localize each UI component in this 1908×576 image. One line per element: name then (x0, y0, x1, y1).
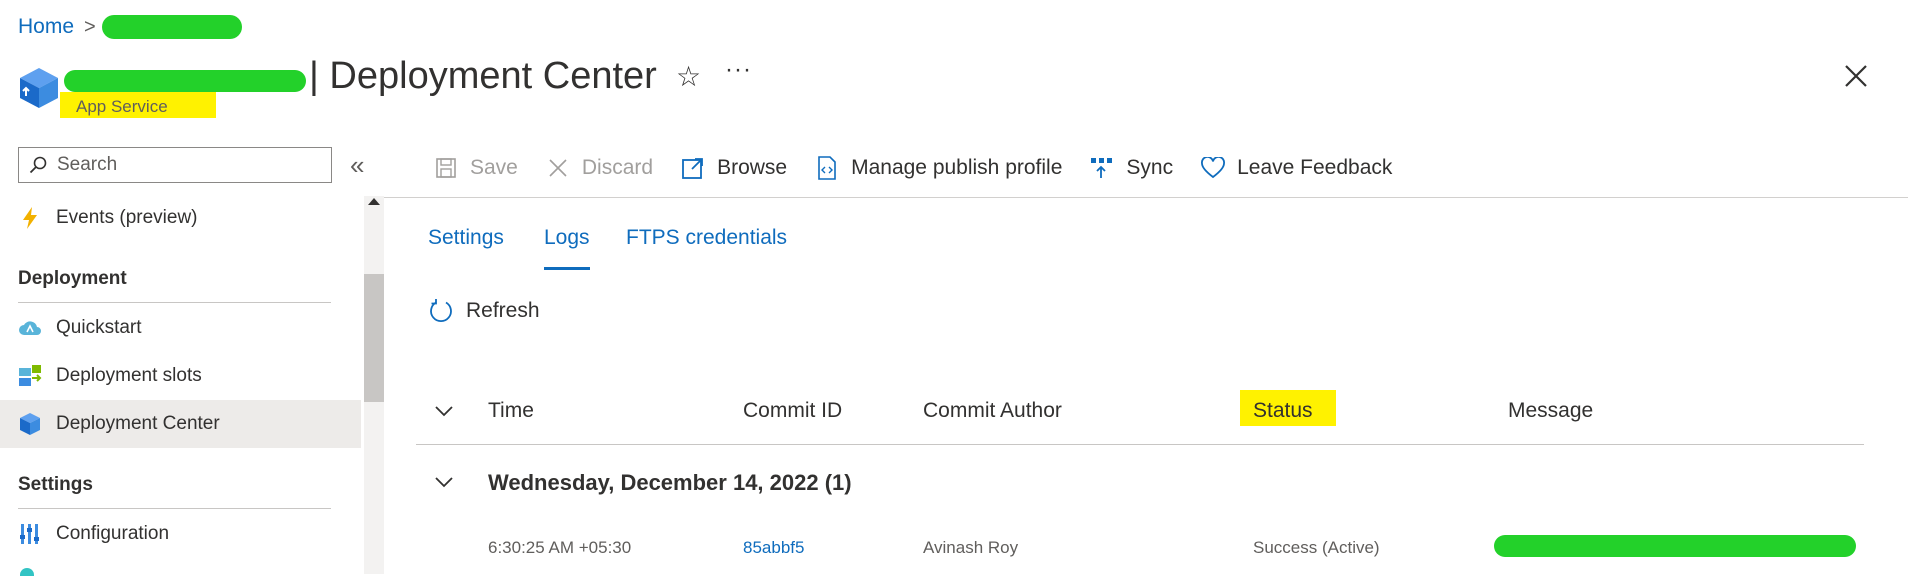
refresh-icon (430, 299, 452, 323)
refresh-label: Refresh (466, 299, 540, 322)
column-header-commit-id[interactable]: Commit ID (743, 399, 842, 423)
tab-ftps-credentials[interactable]: FTPS credentials (626, 226, 787, 250)
row-time: 6:30:25 AM +05:30 (488, 538, 632, 557)
column-header-commit-author[interactable]: Commit Author (923, 399, 1062, 423)
sidebar-search-box[interactable] (18, 147, 332, 183)
discard-button[interactable]: Discard (546, 156, 653, 180)
sidebar-item-label: Deployment Center (56, 413, 220, 434)
heart-icon (1201, 156, 1226, 180)
sync-button[interactable]: Sync (1090, 156, 1173, 180)
page-title: | Deployment Center (309, 55, 657, 97)
sidebar-divider (18, 508, 331, 509)
breadcrumb-separator-icon: > (84, 15, 96, 38)
sidebar-search-input[interactable] (55, 153, 319, 177)
leave-feedback-button[interactable]: Leave Feedback (1201, 156, 1392, 180)
sidebar-item-events-preview[interactable]: Events (preview) (0, 194, 361, 242)
discard-x-icon (546, 156, 570, 180)
sidebar-item-label: Configuration (56, 523, 170, 544)
sidebar-item-configuration[interactable]: Configuration (0, 510, 361, 558)
save-button[interactable]: Save (434, 156, 518, 180)
sidebar-item-label: Quickstart (56, 317, 142, 338)
save-icon (434, 156, 458, 180)
lightning-icon (18, 206, 42, 230)
sidebar-item-quickstart[interactable]: Quickstart (0, 304, 361, 352)
sidebar-scroll-thumb[interactable] (364, 274, 384, 402)
tab-settings[interactable]: Settings (428, 226, 504, 250)
sidebar-section-settings: Settings (18, 474, 93, 495)
manage-publish-profile-button[interactable]: Manage publish profile (815, 156, 1062, 180)
column-header-time[interactable]: Time (488, 399, 534, 423)
search-icon (29, 156, 47, 174)
cube-icon (18, 412, 42, 436)
discard-label: Discard (581, 156, 654, 179)
scroll-up-arrow-icon[interactable] (368, 198, 380, 205)
sidebar-item-deployment-center[interactable]: Deployment Center (0, 400, 361, 448)
browse-label: Browse (717, 156, 788, 179)
sidebar-divider (18, 302, 331, 303)
sidebar-item-deployment-slots[interactable]: Deployment slots (0, 352, 361, 400)
publish-profile-file-icon (815, 156, 839, 180)
sync-label: Sync (1126, 156, 1174, 179)
row-commit-author: Avinash Roy (923, 538, 1019, 557)
cloud-icon (18, 316, 42, 340)
sidebar-next-item-icon (20, 568, 34, 576)
tab-logs[interactable]: Logs (544, 226, 590, 250)
browse-external-icon (681, 156, 705, 180)
close-icon[interactable] (1842, 62, 1870, 90)
browse-button[interactable]: Browse (681, 156, 787, 180)
resource-type-subtitle: App Service (60, 92, 216, 118)
command-toolbar: Save Discard Browse Manage publish profi… (434, 150, 1420, 186)
manage-publish-profile-label: Manage publish profile (851, 156, 1063, 179)
column-header-status[interactable]: Status (1253, 399, 1313, 423)
row-status: Success (Active) (1253, 538, 1380, 557)
column-header-message[interactable]: Message (1508, 399, 1593, 423)
refresh-button[interactable]: Refresh (428, 298, 540, 324)
table-header-divider (416, 444, 1864, 445)
favorite-star-icon[interactable]: ☆ (676, 60, 701, 93)
toolbar-divider (384, 197, 1908, 198)
group-collapse-chevron-icon[interactable] (434, 475, 454, 489)
save-label: Save (470, 156, 518, 179)
log-group-title: Wednesday, December 14, 2022 (1) (488, 470, 852, 495)
collapse-sidebar-icon[interactable]: « (350, 150, 365, 181)
row-commit-id-link[interactable]: 85abbf5 (743, 538, 804, 558)
config-icon (18, 522, 42, 546)
leave-feedback-label: Leave Feedback (1237, 156, 1393, 179)
expand-all-chevron-icon[interactable] (434, 404, 454, 418)
breadcrumb-redacted-resource[interactable] (101, 15, 242, 39)
sidebar-section-deployment: Deployment (18, 268, 127, 289)
breadcrumb-home-link[interactable]: Home (18, 15, 74, 39)
resource-name-redacted (64, 70, 306, 92)
active-tab-indicator (544, 267, 590, 270)
sync-icon (1090, 156, 1114, 180)
more-options-icon[interactable]: ··· (725, 56, 752, 84)
sidebar-item-label: Events (preview) (56, 207, 198, 228)
slots-icon (18, 364, 42, 388)
app-service-cube-icon (20, 68, 58, 108)
breadcrumb: Home > (18, 12, 242, 42)
row-message-redacted (1494, 535, 1856, 557)
sidebar-item-label: Deployment slots (56, 365, 202, 386)
